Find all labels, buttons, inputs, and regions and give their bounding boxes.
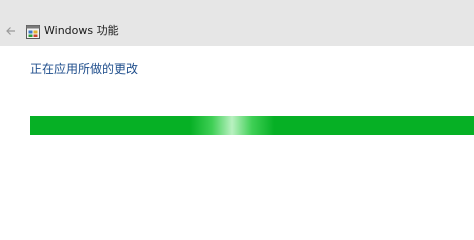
status-text: 正在应用所做的更改 (30, 62, 139, 76)
progress-bar-fill (30, 116, 474, 135)
windows-features-icon (26, 24, 40, 39)
main-content: 正在应用所做的更改 (0, 46, 474, 240)
back-button[interactable] (3, 23, 19, 39)
back-arrow-icon (6, 27, 15, 35)
window-title: Windows 功能 (44, 24, 119, 37)
title-bar: Windows 功能 (0, 0, 474, 46)
progress-bar (30, 116, 474, 135)
